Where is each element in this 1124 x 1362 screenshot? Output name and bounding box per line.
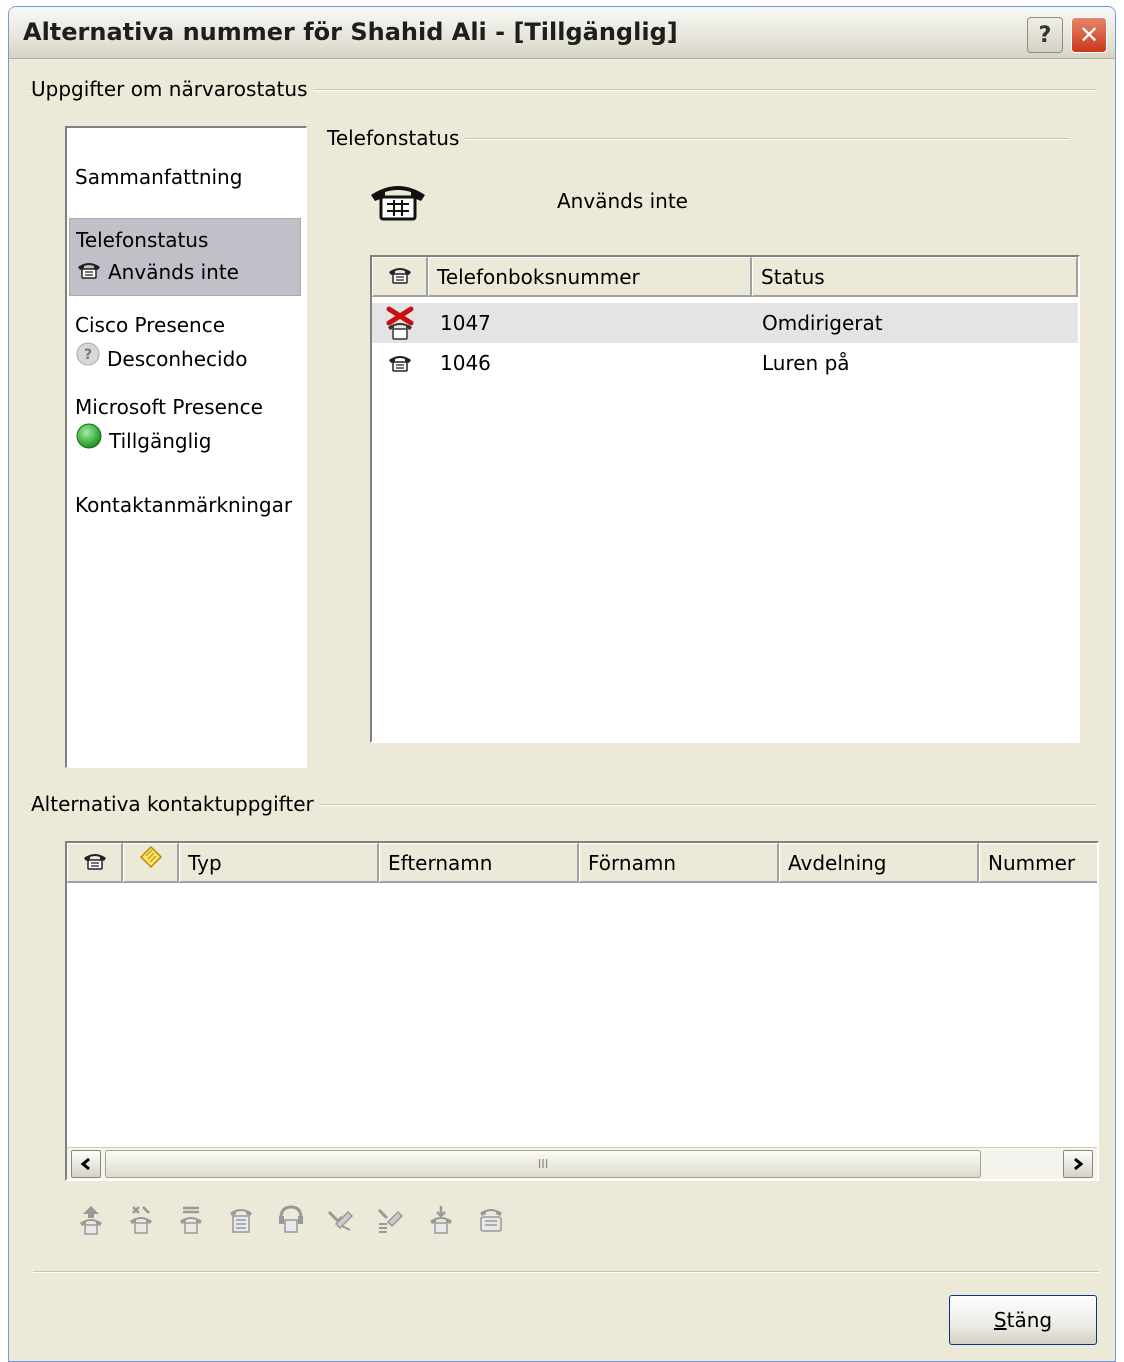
window-title: Alternativa nummer för Shahid Ali - [Til… [23, 18, 678, 46]
alternative-contacts-list[interactable]: Typ Efternamn Förnamn Avdelning Nummer I… [65, 841, 1099, 1181]
svg-text:?: ? [84, 347, 92, 363]
nav-phone-status-title: Telefonstatus [76, 228, 209, 252]
chevron-right-icon [1072, 1152, 1084, 1176]
phone-redirect-icon[interactable] [375, 1203, 407, 1237]
phone-icon [82, 844, 108, 881]
close-button-label-rest: täng [1006, 1308, 1053, 1332]
horizontal-scrollbar[interactable]: III [67, 1147, 1097, 1179]
alternative-list-header: Typ Efternamn Förnamn Avdelning Nummer [67, 843, 1097, 883]
row-number: 1046 [440, 351, 491, 375]
nav-cisco-value: Desconhecido [107, 347, 248, 371]
nav-item-phone-status[interactable]: Telefonstatus Används inte [69, 218, 301, 296]
phone-icon [387, 258, 413, 295]
close-icon: ✕ [1078, 21, 1100, 49]
phone-conference-icon[interactable] [175, 1203, 207, 1237]
nav-item-summary[interactable]: Sammanfattning [69, 160, 301, 194]
col-status[interactable]: Status [752, 257, 1078, 297]
nav-summary-label: Sammanfattning [75, 165, 243, 189]
nav-phone-status-value: Används inte [108, 260, 239, 284]
phone-status-list[interactable]: Telefonboksnummer Status 1047 Omdirigera… [370, 255, 1080, 743]
row-status: Luren på [762, 351, 850, 375]
footer-separator [33, 1271, 1099, 1273]
note-icon [137, 844, 165, 881]
col-first-name[interactable]: Förnamn [579, 843, 779, 883]
table-row[interactable]: 1047 Omdirigerat [372, 303, 1078, 343]
col-phonebook-number[interactable]: Telefonboksnummer [428, 257, 752, 297]
dialog-window: Alternativa nummer för Shahid Ali - [Til… [8, 6, 1116, 1362]
phone-pickup-icon[interactable] [425, 1203, 457, 1237]
phone-forward-icon[interactable] [325, 1203, 357, 1237]
col-note-icon[interactable] [123, 843, 179, 883]
help-icon: ? [1038, 22, 1052, 48]
available-status-icon [75, 422, 103, 460]
scroll-left-button[interactable] [71, 1150, 101, 1178]
help-button[interactable]: ? [1027, 17, 1063, 53]
nav-cisco-title: Cisco Presence [75, 313, 226, 337]
nav-item-cisco-presence[interactable]: Cisco Presence ? Desconhecido [69, 308, 301, 376]
presence-group-label: Uppgifter om närvarostatus [31, 77, 314, 101]
alternative-group-label: Alternativa kontaktuppgifter [31, 792, 320, 816]
col-phone-icon[interactable] [67, 843, 123, 883]
phone-list-header: Telefonboksnummer Status [372, 257, 1078, 297]
nav-microsoft-title: Microsoft Presence [75, 395, 263, 419]
scroll-thumb[interactable]: III [105, 1150, 981, 1178]
nav-item-microsoft-presence[interactable]: Microsoft Presence Tillgänglig [69, 390, 301, 458]
nav-item-contact-notes[interactable]: Kontaktanmärkningar [69, 488, 301, 522]
nav-microsoft-value: Tillgänglig [109, 429, 212, 453]
phone-transfer-icon[interactable] [125, 1203, 157, 1237]
col-last-name[interactable]: Efternamn [379, 843, 579, 883]
row-number: 1047 [440, 311, 491, 335]
unknown-status-icon: ? [75, 341, 101, 377]
phone-icon [372, 354, 428, 372]
col-phone-icon[interactable] [372, 257, 428, 297]
phone-icon [76, 255, 102, 289]
phone-forwarded-icon [372, 305, 428, 341]
phone-headset-icon[interactable] [275, 1203, 307, 1237]
col-department[interactable]: Avdelning [779, 843, 979, 883]
row-status: Omdirigerat [762, 311, 883, 335]
presence-nav-panel[interactable]: Sammanfattning Telefonstatus Används int… [65, 126, 307, 768]
close-dialog-button[interactable]: Stäng [949, 1295, 1097, 1345]
phone-large-icon [367, 181, 429, 226]
close-window-button[interactable]: ✕ [1071, 17, 1107, 53]
close-button-accesskey: S [993, 1308, 1007, 1332]
table-row[interactable]: 1046 Luren på [372, 343, 1078, 383]
phone-action-toolbar [75, 1203, 507, 1237]
phone-hold-icon[interactable] [225, 1203, 257, 1237]
phone-status-group-label: Telefonstatus [327, 126, 466, 150]
phone-speaker-icon[interactable] [475, 1203, 507, 1237]
current-phone-status: Används inte [557, 189, 688, 213]
col-number[interactable]: Nummer [979, 843, 1097, 883]
col-type[interactable]: Typ [179, 843, 379, 883]
nav-notes-label: Kontaktanmärkningar [75, 493, 293, 517]
scroll-grip: III [537, 1157, 549, 1171]
title-bar: Alternativa nummer för Shahid Ali - [Til… [9, 7, 1115, 59]
phone-up-icon[interactable] [75, 1203, 107, 1237]
scroll-right-button[interactable] [1063, 1150, 1093, 1178]
chevron-left-icon [80, 1152, 92, 1176]
